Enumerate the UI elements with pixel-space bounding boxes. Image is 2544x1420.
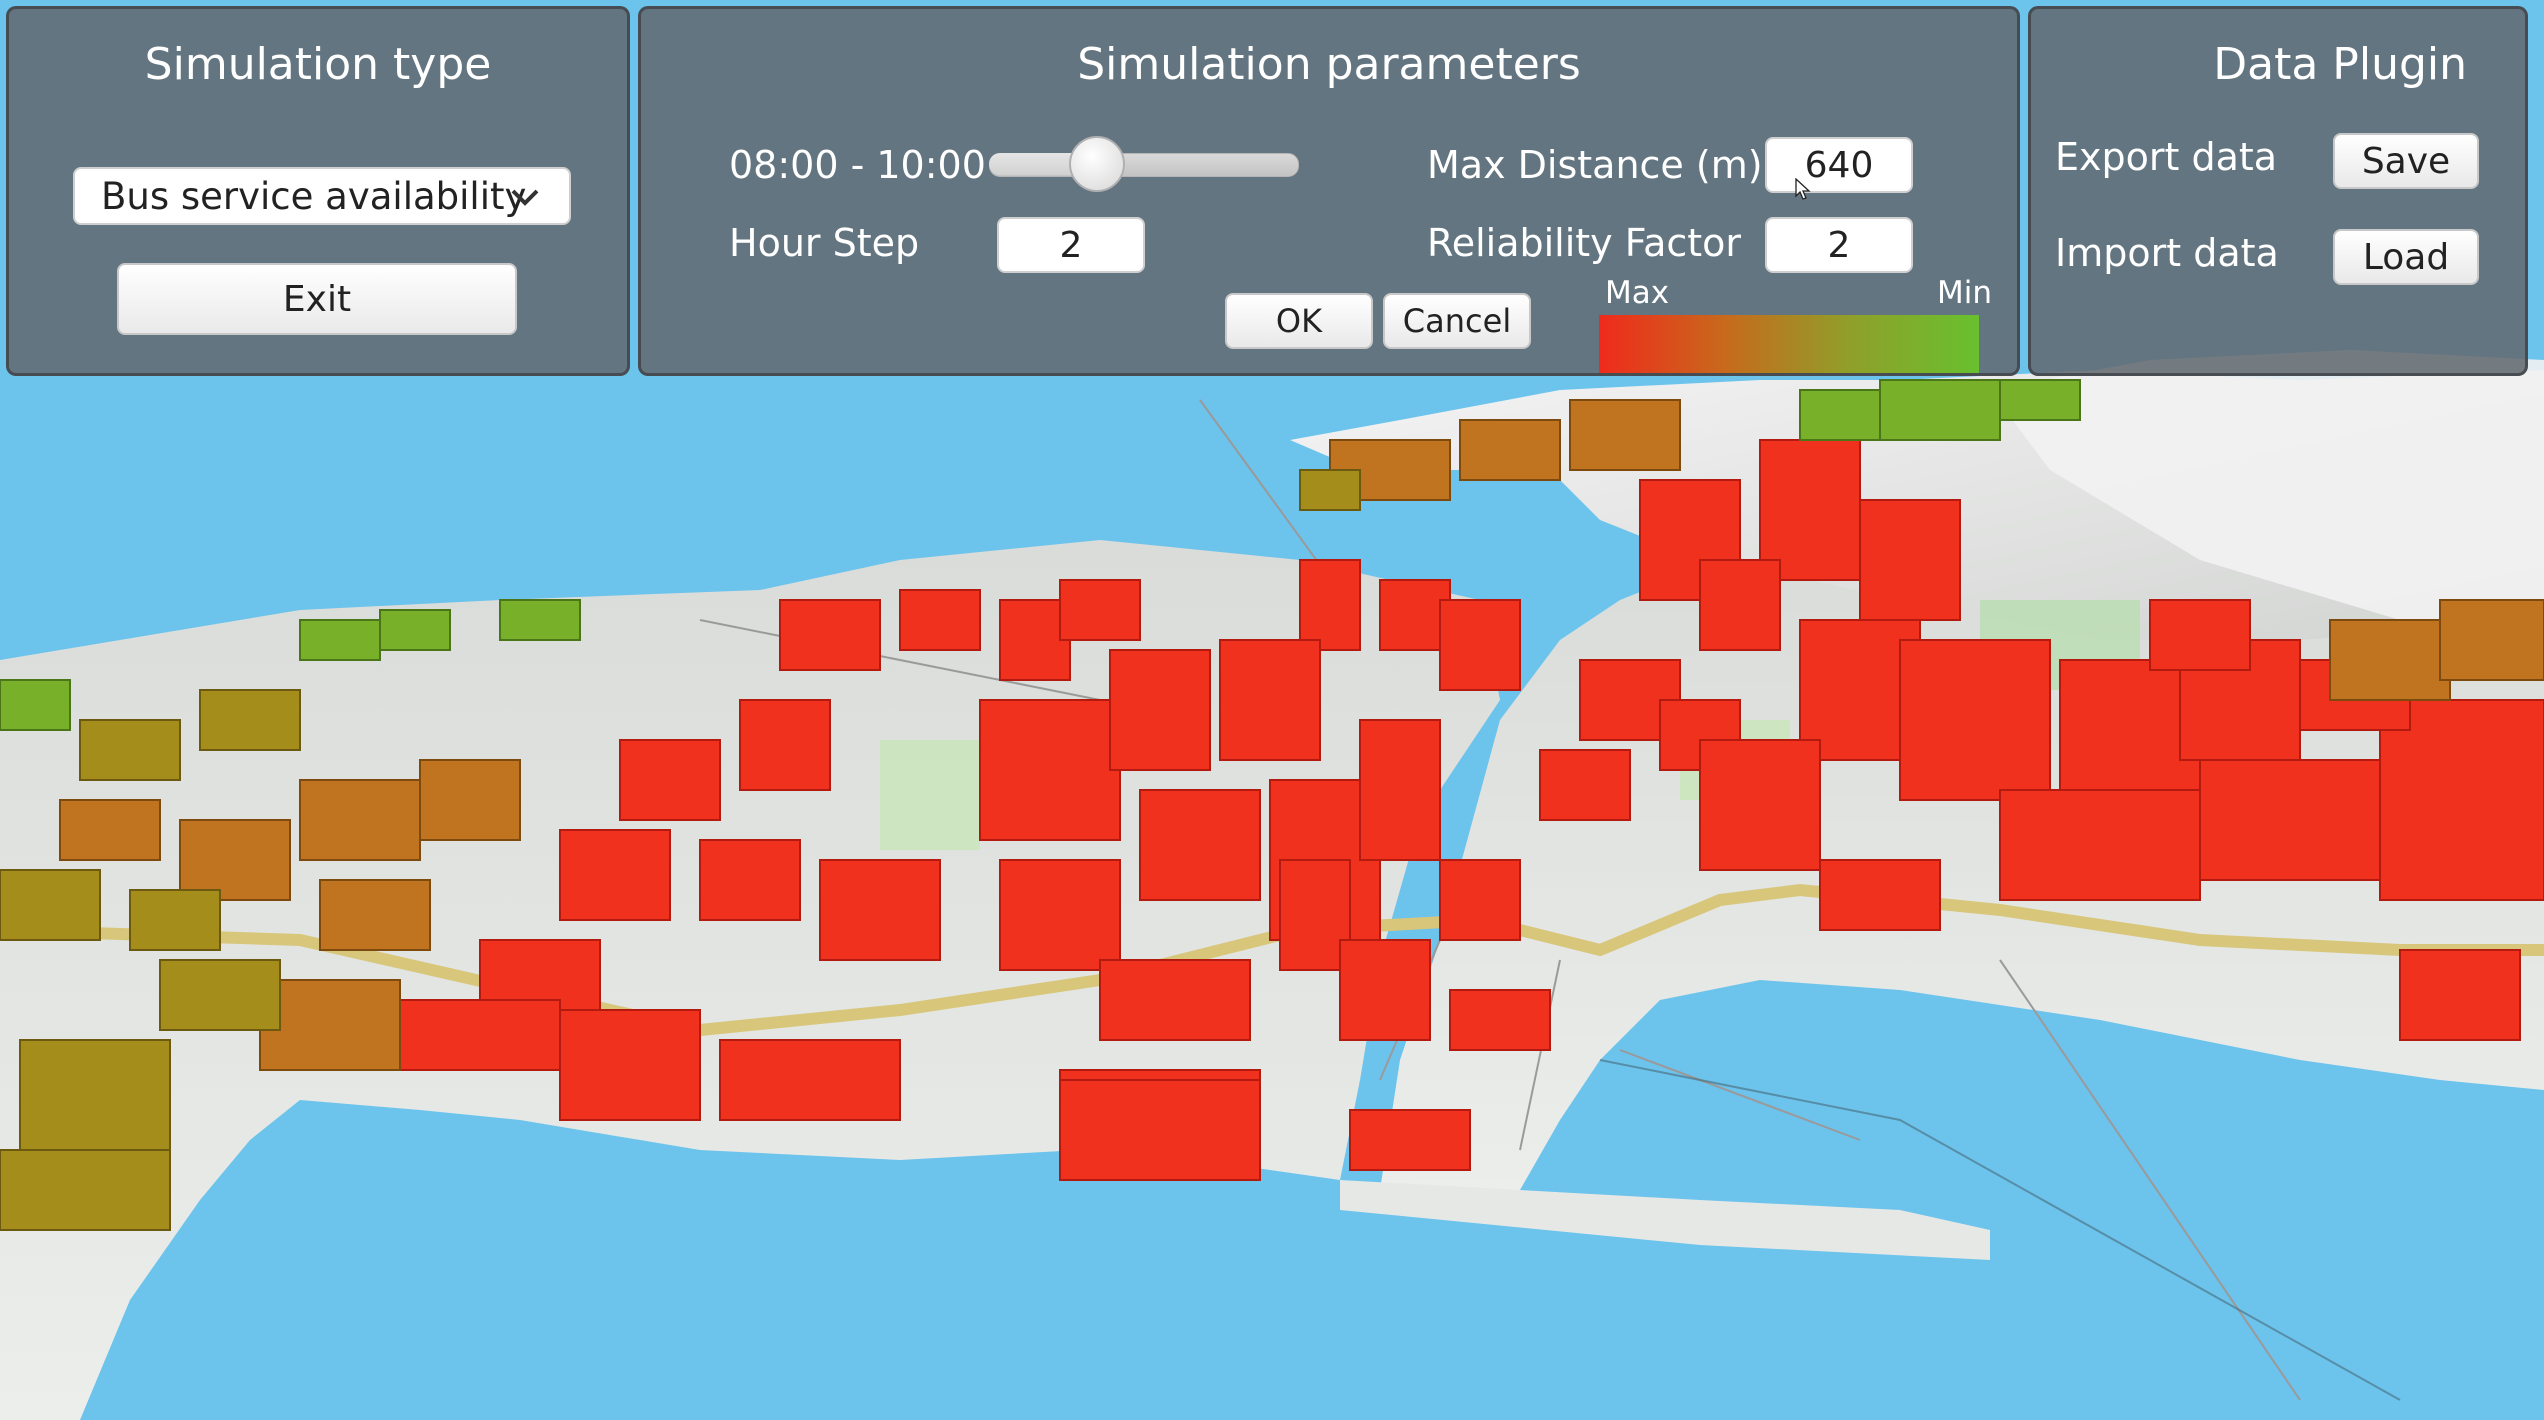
chevron-down-icon [511,189,539,206]
reliability-factor-input[interactable]: 2 [1765,217,1913,273]
legend-min-label: Min [1937,275,1993,311]
save-button[interactable]: Save [2333,133,2479,189]
simulation-type-dropdown[interactable]: Bus service availability [73,167,571,225]
cancel-button[interactable]: Cancel [1383,293,1531,349]
max-distance-label: Max Distance (m) [1427,143,1763,187]
data-plugin-panel: Data Plugin Export data Save Import data… [2028,6,2528,376]
load-button[interactable]: Load [2333,229,2479,285]
reliability-factor-label: Reliability Factor [1427,221,1742,265]
dropdown-value: Bus service availability [101,174,527,218]
hour-step-label: Hour Step [729,221,920,265]
legend-max-label: Max [1605,275,1670,311]
import-data-label: Import data [2055,231,2279,275]
ok-button[interactable]: OK [1225,293,1373,349]
hour-step-input[interactable]: 2 [997,217,1145,273]
exit-button[interactable]: Exit [117,263,517,335]
simulation-type-panel: Simulation type Bus service availability… [6,6,630,376]
data-plugin-title: Data Plugin [2213,39,2467,90]
time-slider-handle[interactable] [1068,136,1125,192]
time-range-label: 08:00 - 10:00 [729,143,986,187]
simulation-type-title: Simulation type [144,39,492,90]
mouse-pointer-icon [1795,178,1811,200]
simulation-parameters-title: Simulation parameters [1077,39,1581,90]
park [880,740,980,850]
export-data-label: Export data [2055,135,2278,179]
simulation-parameters-panel: Simulation parameters 08:00 - 10:00 Hour… [638,6,2020,376]
color-legend-bar [1599,315,1979,373]
max-distance-input[interactable]: 640 [1765,137,1913,193]
